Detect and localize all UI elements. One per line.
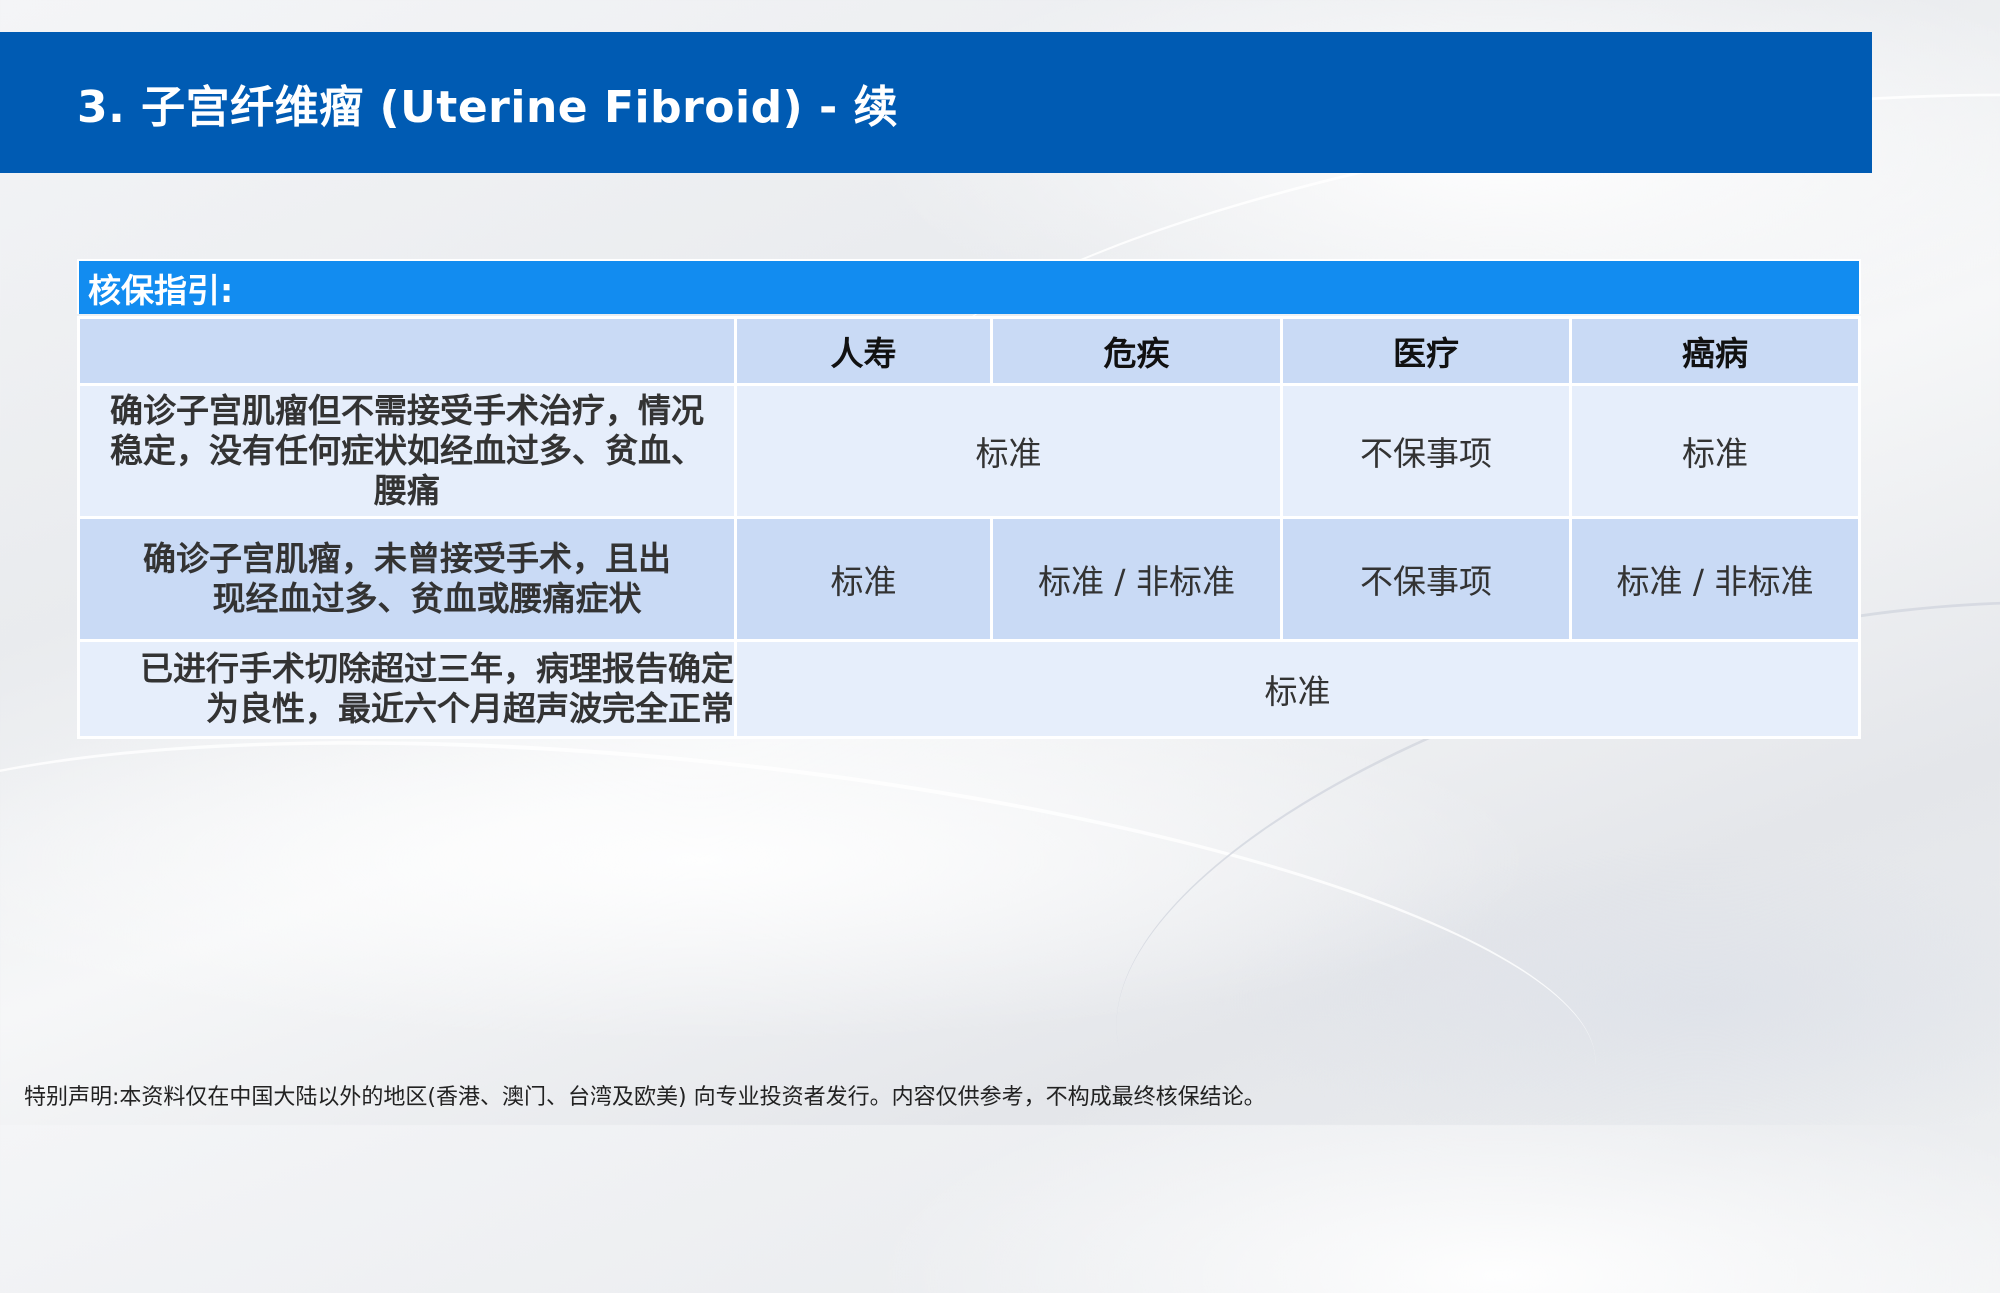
underwriting-guide-label: 核保指引: <box>88 270 234 310</box>
condition-cell: 确诊子宫肌瘤但不需接受手术治疗，情况 稳定，没有任何症状如经血过多、贫血、 腰痛 <box>77 383 737 519</box>
cancer-decision: 标准 <box>1569 383 1861 519</box>
header-medical: 医疗 <box>1280 316 1572 386</box>
medical-decision: 不保事项 <box>1280 383 1572 519</box>
critical-illness-decision: 标准 / 非标准 <box>990 516 1283 642</box>
header-condition <box>77 316 737 386</box>
page-title: 3. 子宫纤维瘤 (Uterine Fibroid) - 续 <box>77 81 899 133</box>
condition-text: 为良性，最近六个月超声波完全正常 <box>206 689 734 728</box>
life-and-ci-decision: 标准 <box>734 383 1283 519</box>
condition-text: 已进行手术切除超过三年，病理报告确定 <box>140 649 734 688</box>
medical-decision: 不保事项 <box>1280 516 1572 642</box>
underwriting-table: 人寿 危疾 医疗 癌病 确诊子宫肌瘤但不需接受手术治疗，情况 稳定，没有任何症状… <box>77 316 1861 739</box>
condition-text: 腰痛 <box>374 471 440 510</box>
condition-text: 现经血过多、贫血或腰痛症状 <box>212 579 642 618</box>
life-decision: 标准 <box>734 516 993 642</box>
disclaimer: 特别声明:本资料仅在中国大陆以外的地区(香港、澳门、台湾及欧美) 向专业投资者发… <box>24 1085 1266 1110</box>
table-header-row: 人寿 危疾 医疗 癌病 <box>77 316 1861 386</box>
condition-text: 稳定，没有任何症状如经血过多、贫血、 <box>110 431 704 470</box>
underwriting-guide-header: 核保指引: <box>77 259 1861 314</box>
table-row: 确诊子宫肌瘤，未曾接受手术，且出 现经血过多、贫血或腰痛症状 标准 标准 / 非… <box>77 516 1861 642</box>
condition-text: 确诊子宫肌瘤但不需接受手术治疗，情况 <box>110 391 704 430</box>
table-row: 确诊子宫肌瘤但不需接受手术治疗，情况 稳定，没有任何症状如经血过多、贫血、 腰痛… <box>77 383 1861 519</box>
header-life: 人寿 <box>734 316 993 386</box>
header-critical-illness: 危疾 <box>990 316 1283 386</box>
table-row: 已进行手术切除超过三年，病理报告确定 为良性，最近六个月超声波完全正常 标准 <box>77 639 1861 739</box>
condition-cell: 确诊子宫肌瘤，未曾接受手术，且出 现经血过多、贫血或腰痛症状 <box>77 516 737 642</box>
cancer-decision: 标准 / 非标准 <box>1569 516 1861 642</box>
all-products-decision: 标准 <box>734 639 1861 739</box>
title-bar: 3. 子宫纤维瘤 (Uterine Fibroid) - 续 <box>0 32 1872 173</box>
condition-cell: 已进行手术切除超过三年，病理报告确定 为良性，最近六个月超声波完全正常 <box>77 639 737 739</box>
background-swoosh <box>0 667 1618 1277</box>
header-cancer: 癌病 <box>1569 316 1861 386</box>
condition-text: 确诊子宫肌瘤，未曾接受手术，且出 <box>143 539 671 578</box>
